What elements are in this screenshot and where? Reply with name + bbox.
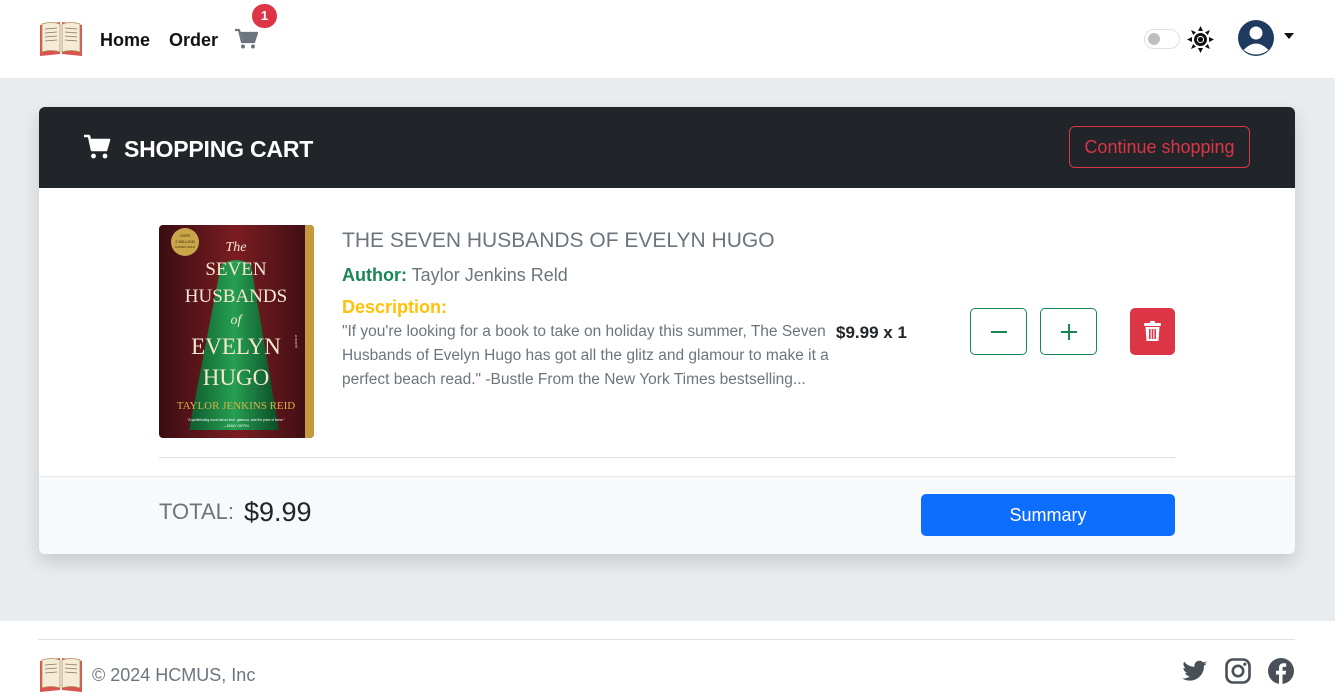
svg-text:The: The [226, 240, 247, 255]
delete-item-button[interactable] [1130, 308, 1175, 355]
decrease-quantity-button[interactable] [970, 308, 1027, 355]
cart-total-bar: TOTAL: $9.99 Summary [39, 476, 1295, 554]
sun-icon[interactable] [1187, 26, 1214, 53]
author-label: Author: [342, 265, 407, 285]
price-quantity: $9.99 x 1 [836, 323, 907, 342]
twitter-icon[interactable] [1180, 657, 1208, 685]
cart-icon[interactable] [234, 28, 258, 50]
book-title[interactable]: THE SEVEN HUSBANDS OF EVELYN HUGO [342, 228, 775, 254]
svg-text:HUGO: HUGO [203, 365, 269, 390]
svg-text:TAYLOR JENKINS REID: TAYLOR JENKINS REID [177, 400, 296, 412]
footer-copyright: © 2024 HCMUS, Inc [92, 665, 256, 685]
total-label: TOTAL: [159, 499, 234, 524]
svg-text:HUSBANDS: HUSBANDS [185, 286, 287, 307]
theme-toggle-switch[interactable] [1144, 29, 1180, 49]
nav-order-link[interactable]: Order [169, 29, 218, 51]
svg-text:EVELYN: EVELYN [191, 334, 281, 359]
description-text: "If you're looking for a book to take on… [342, 323, 829, 388]
svg-text:2 MILLION: 2 MILLION [175, 239, 194, 244]
footer-book-logo-icon[interactable] [38, 655, 84, 693]
cover-badge-text: OVER [180, 234, 191, 238]
description-label: Description: [342, 297, 448, 317]
cart-title: SHOPPING CART [124, 136, 314, 162]
svg-text:"A spellbinding novel about lo: "A spellbinding novel about love, glamou… [187, 418, 285, 422]
user-avatar-icon[interactable] [1237, 19, 1275, 57]
author-row: Author: Taylor Jenkins Reld [342, 264, 568, 286]
book-logo-icon[interactable] [38, 19, 84, 57]
shopping-cart-card: SHOPPING CART Continue shopping OVER 2 M… [39, 107, 1295, 554]
nav-home-link[interactable]: Home [100, 29, 150, 51]
instagram-icon[interactable] [1224, 657, 1252, 685]
total-value: $9.99 [244, 497, 312, 527]
svg-text:a novel: a novel [294, 335, 299, 349]
shopping-cart-icon [84, 134, 111, 159]
summary-button[interactable]: Summary [921, 494, 1175, 536]
book-cover-image[interactable]: OVER 2 MILLION COPIES SOLD The SEVEN HUS… [159, 225, 314, 438]
svg-text:—EMILY GIFFIN: —EMILY GIFFIN [223, 424, 249, 428]
trash-icon [1144, 321, 1161, 341]
svg-text:COPIES SOLD: COPIES SOLD [175, 245, 196, 249]
facebook-icon[interactable] [1267, 657, 1295, 685]
top-navbar: Home Order 1 [0, 0, 1335, 79]
chevron-down-icon[interactable] [1283, 32, 1295, 40]
cart-count-badge: 1 [252, 4, 277, 28]
item-divider [159, 457, 1175, 458]
increase-quantity-button[interactable] [1040, 308, 1097, 355]
minus-icon [991, 331, 1007, 333]
svg-text:SEVEN: SEVEN [205, 259, 267, 280]
plus-icon [1061, 324, 1077, 340]
toggle-knob [1148, 33, 1160, 45]
footer-divider [38, 639, 1295, 640]
cart-header: SHOPPING CART Continue shopping [39, 107, 1295, 188]
author-name: Taylor Jenkins Reld [411, 265, 568, 285]
continue-shopping-button[interactable]: Continue shopping [1069, 126, 1250, 168]
